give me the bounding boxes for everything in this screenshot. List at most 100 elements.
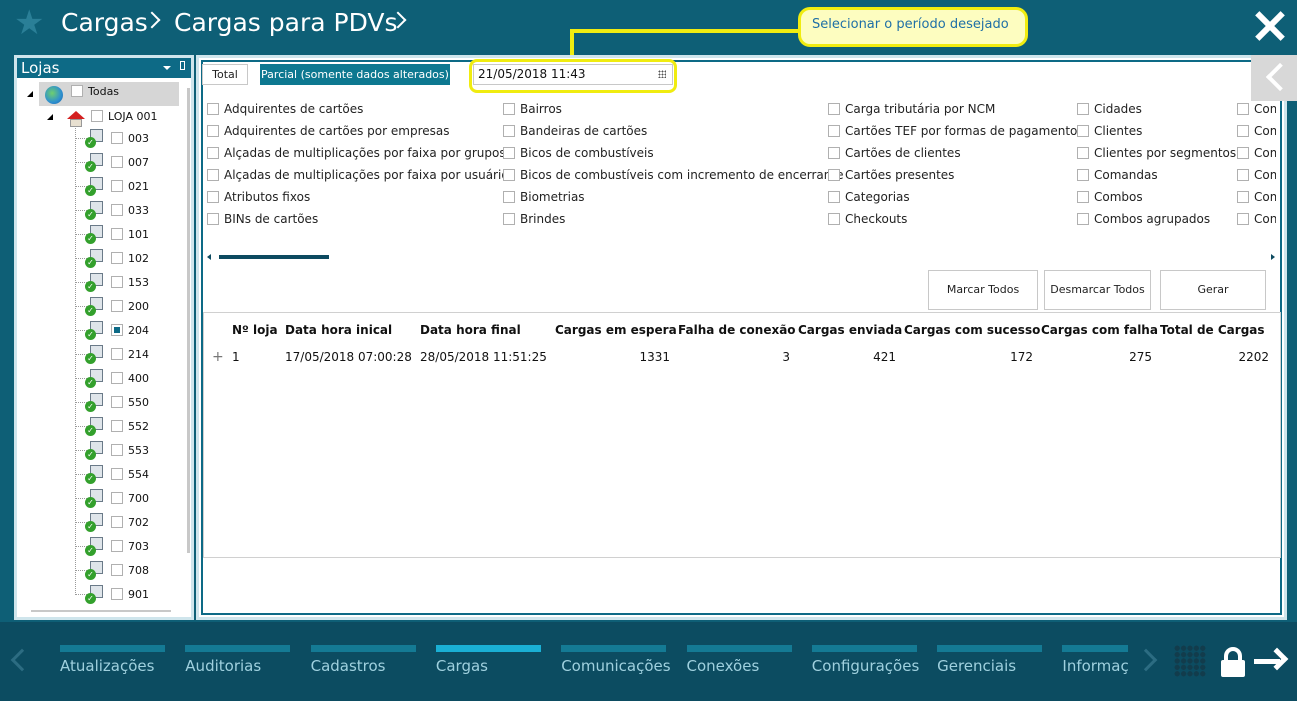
checkbox[interactable] [1077,169,1089,181]
calendar-icon[interactable] [658,70,666,78]
checkbox[interactable] [503,103,515,115]
checkbox-pdv[interactable] [111,468,123,480]
checkbox[interactable] [1237,169,1249,181]
checkbox[interactable] [1237,191,1249,203]
checkbox-pdv[interactable] [111,516,123,528]
checkbox[interactable] [828,103,840,115]
col-header[interactable]: Data hora inical [285,323,392,337]
collapse-icon[interactable] [47,114,53,120]
checkbox[interactable] [1237,147,1249,159]
date-time-input[interactable]: 21/05/2018 11:43 [473,64,673,85]
checkbox-pdv[interactable] [111,588,123,600]
col-header[interactable]: Falha de conexão [678,323,796,337]
checkbox-pdv[interactable] [111,492,123,504]
col-header[interactable]: Cargas enviada [798,323,902,337]
lock-icon[interactable] [1219,647,1247,677]
options-scrollbar[interactable] [219,255,329,259]
nav-item[interactable]: Gerenciais [937,645,1043,685]
nav-item[interactable]: Conexões [686,645,792,685]
checkbox-todas[interactable] [71,85,83,97]
checkbox-pdv[interactable] [111,204,123,216]
col-header[interactable]: Nº loja [232,323,278,337]
nav-item[interactable]: Atualizações [60,645,165,685]
horizontal-scrollbar[interactable] [23,607,183,615]
checkbox[interactable] [1077,103,1089,115]
checkbox-pdv[interactable] [111,372,123,384]
tab-parcial[interactable]: Parcial (somente dados alterados) [260,64,450,85]
checkbox[interactable] [1237,125,1249,137]
nav-item[interactable]: Comunicações [561,645,671,685]
nav-item[interactable]: Cadastros [310,645,416,685]
scroll-right-icon[interactable] [1271,254,1275,260]
vertical-scrollbar[interactable] [185,82,193,617]
nav-item[interactable]: Cargas [435,645,541,685]
checkbox-pdv[interactable] [111,300,123,312]
checkbox[interactable] [207,147,219,159]
checkbox-pdv[interactable] [111,444,123,456]
tree-label-pdv: 552 [128,420,149,433]
checkbox[interactable] [207,103,219,115]
checkbox[interactable] [1237,103,1249,115]
checkbox-pdv[interactable] [111,156,123,168]
star-icon[interactable]: ★ [14,6,44,40]
checkbox-pdv[interactable] [111,324,123,336]
col-header[interactable]: Total de Cargas [1160,323,1265,337]
checkbox-pdv[interactable] [111,132,123,144]
col-header[interactable]: Cargas com falha [1041,323,1158,337]
apps-grid-icon[interactable] [1174,645,1206,677]
generate-button[interactable]: Gerar [1160,270,1266,310]
checkbox-pdv[interactable] [111,228,123,240]
checkbox-pdv[interactable] [111,348,123,360]
checkbox[interactable] [207,125,219,137]
checkbox[interactable] [828,147,840,159]
breadcrumb-cargas[interactable]: Cargas [61,6,148,40]
checkbox-loja-001[interactable] [91,110,103,122]
checkbox[interactable] [207,213,219,225]
scroll-left-icon[interactable] [207,254,211,260]
pdv-icon: ✓ [85,321,103,341]
checkbox[interactable] [1237,213,1249,225]
col-header[interactable]: Data hora final [420,323,521,337]
checkbox[interactable] [1077,213,1089,225]
checkbox-pdv[interactable] [111,276,123,288]
exit-icon[interactable] [1254,647,1289,676]
col-header[interactable]: Cargas com sucesso [904,323,1040,337]
checkbox[interactable] [828,169,840,181]
expand-row-icon[interactable]: + [212,349,224,365]
checkbox[interactable] [828,125,840,137]
nav-item[interactable]: Informaç [1062,645,1128,685]
checkbox[interactable] [503,169,515,181]
checkbox[interactable] [503,125,515,137]
pdv-icon: ✓ [85,177,103,197]
checkbox-pdv[interactable] [111,396,123,408]
nav-item[interactable]: Auditorias [185,645,291,685]
col-header[interactable]: Cargas em espera [555,323,677,337]
dropdown-icon[interactable] [163,66,171,70]
option-label: Biometrias [520,190,585,204]
pin-icon[interactable] [180,61,185,70]
checkbox[interactable] [828,191,840,203]
checkbox[interactable] [828,213,840,225]
checkbox-pdv[interactable] [111,180,123,192]
checkbox[interactable] [207,191,219,203]
nav-item[interactable]: Configurações [811,645,919,685]
unmark-all-button[interactable]: Desmarcar Todos [1044,270,1151,310]
mark-all-button[interactable]: Marcar Todos [928,270,1038,310]
checkbox-pdv[interactable] [111,252,123,264]
tree-label-pdv: 101 [128,228,149,241]
checkbox[interactable] [1077,191,1089,203]
checkbox[interactable] [503,147,515,159]
checkbox[interactable] [503,191,515,203]
checkbox[interactable] [1077,125,1089,137]
checkbox-pdv[interactable] [111,420,123,432]
close-icon[interactable] [1254,10,1286,42]
side-panel-toggle-icon[interactable] [1251,55,1297,101]
checkbox-pdv[interactable] [111,564,123,576]
checkbox[interactable] [207,169,219,181]
table-cell: 275 [1129,350,1152,364]
checkbox[interactable] [1077,147,1089,159]
collapse-icon[interactable] [27,91,33,97]
tab-total[interactable]: Total [202,64,248,85]
checkbox[interactable] [503,213,515,225]
checkbox-pdv[interactable] [111,540,123,552]
